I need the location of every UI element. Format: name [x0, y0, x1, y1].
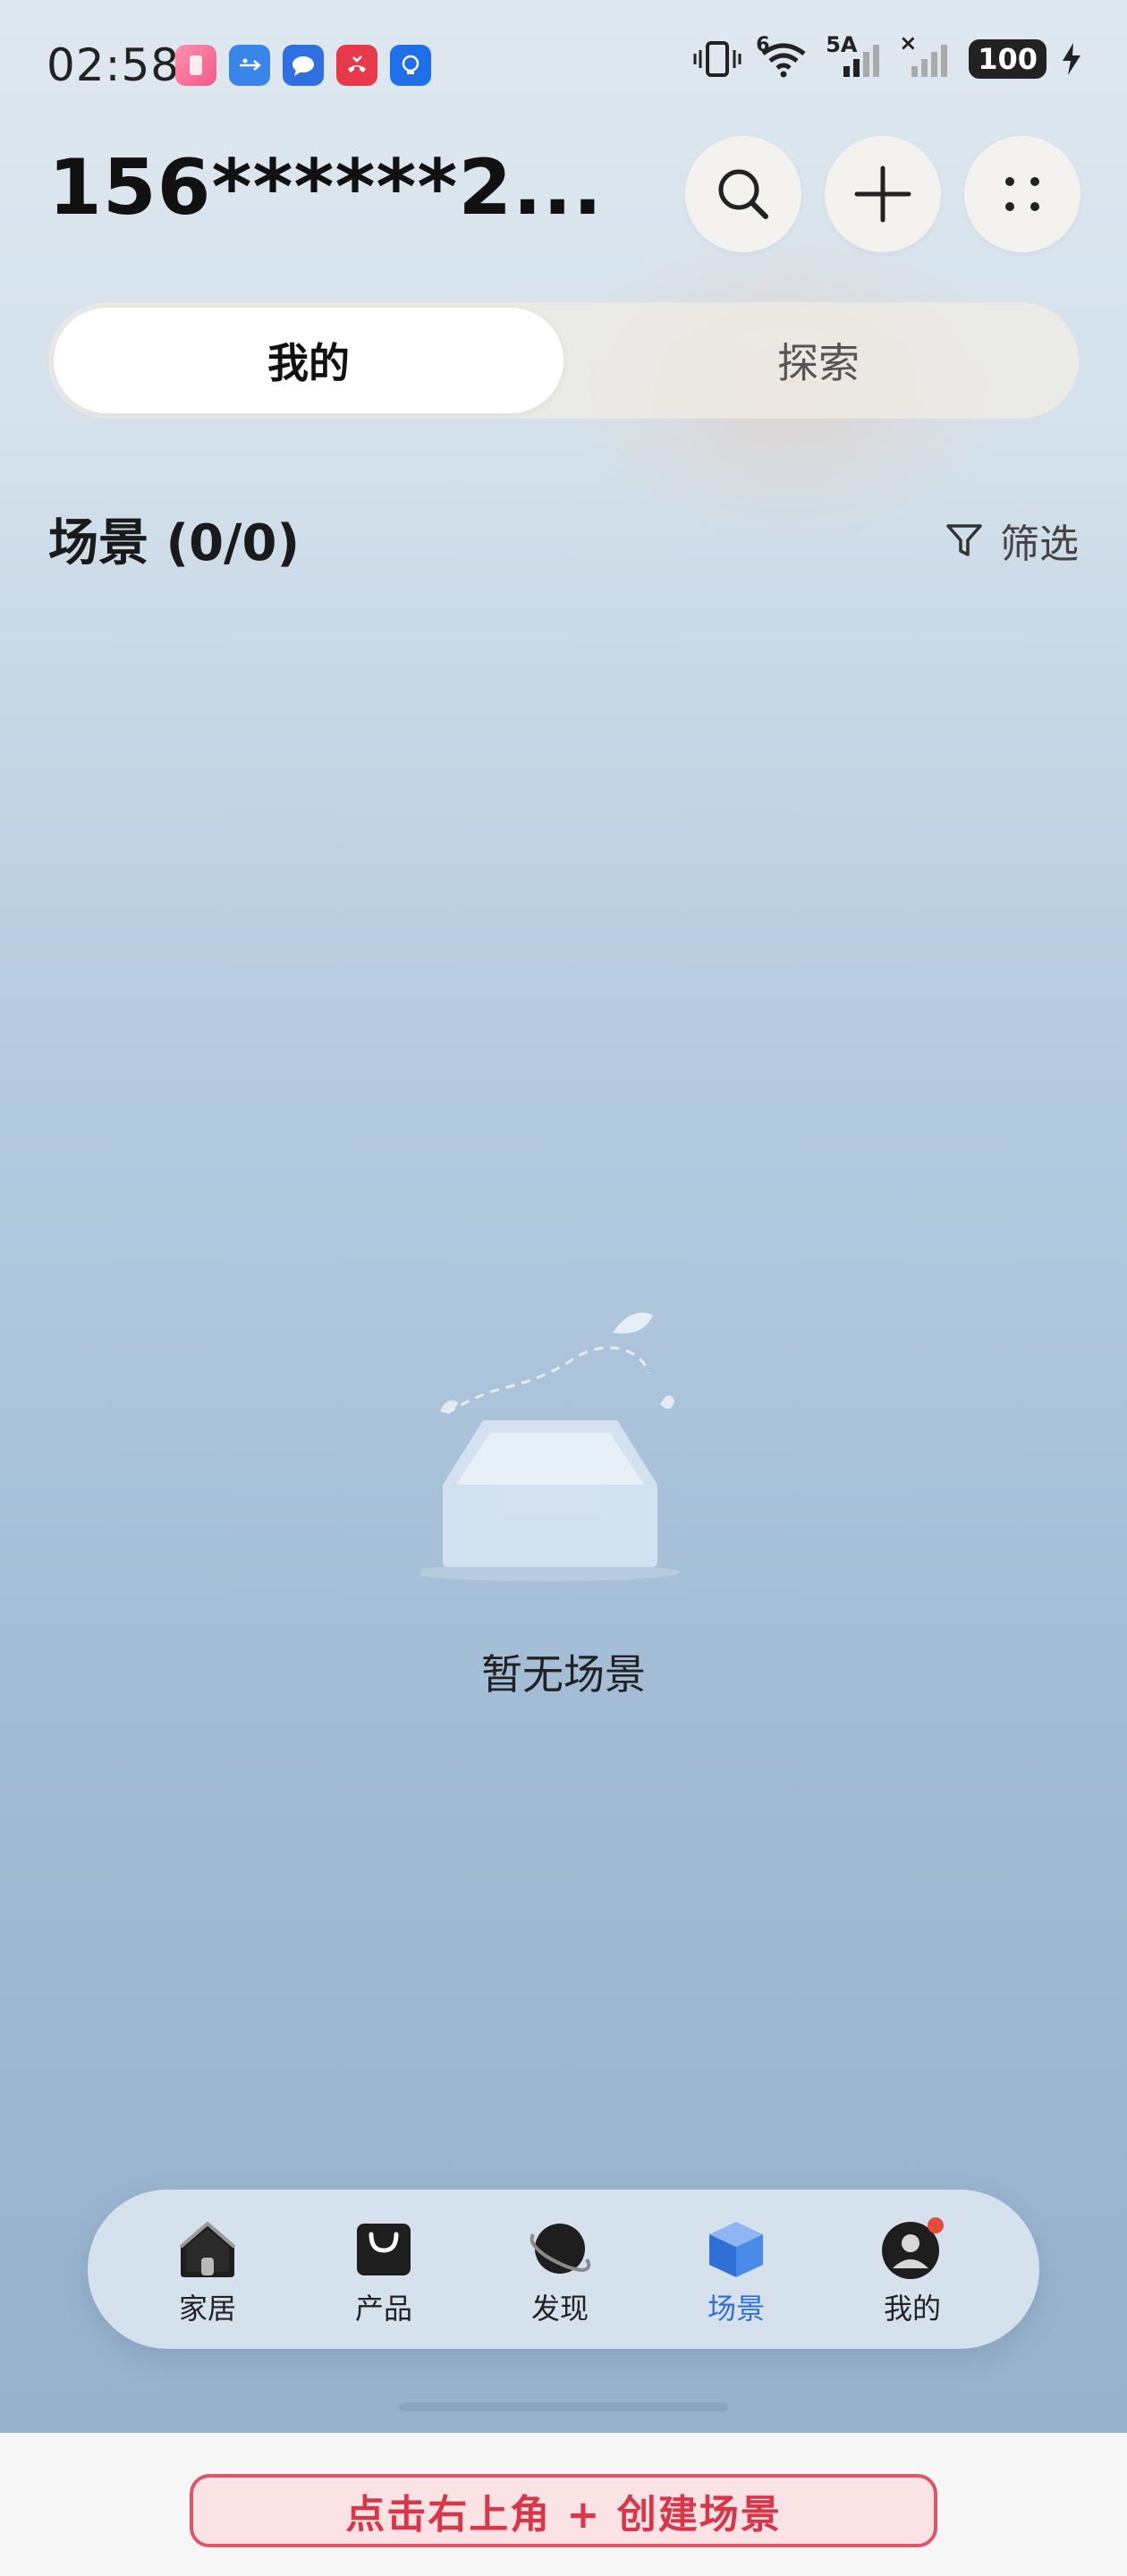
account-title[interactable]: 156******2...	[48, 143, 603, 233]
cellular-5g-icon: 5A	[826, 32, 885, 79]
profile-icon	[882, 2217, 944, 2279]
wifi-icon: 6	[756, 34, 811, 79]
nav-item-discover[interactable]: 发现	[497, 2216, 623, 2327]
nav-label-products: 产品	[354, 2292, 412, 2326]
search-icon	[718, 169, 768, 219]
nav-label-home: 家居	[178, 2292, 236, 2326]
plus-icon	[854, 165, 911, 223]
search-button[interactable]	[685, 136, 801, 252]
network-type-label: 5A	[826, 32, 858, 57]
cube-icon	[709, 2222, 763, 2277]
nav-label-discover: 发现	[530, 2292, 589, 2326]
usb-icon	[229, 45, 270, 86]
nav-label-profile: 我的	[883, 2292, 941, 2326]
filter-icon	[946, 524, 982, 556]
filter-label: 筛选	[1000, 521, 1079, 567]
status-right: 6 5A × 100	[693, 30, 1082, 79]
notification-icons	[175, 45, 431, 86]
status-time: 02:58	[47, 39, 181, 91]
segment-tabs: 我的 探索	[48, 302, 1079, 419]
bottom-navigation: 家居 产品 发现 场景 我的	[88, 2190, 1039, 2349]
home-indicator[interactable]	[399, 2402, 728, 2411]
nav-item-products[interactable]: 产品	[321, 2216, 446, 2327]
wifi-version-label: 6	[756, 34, 770, 56]
scenes-section-title: 场景 (0/0)	[48, 514, 301, 572]
vibrate-icon	[693, 41, 741, 77]
planet-icon	[530, 2224, 591, 2274]
lightbulb-icon	[390, 45, 431, 86]
create-scene-hint: 点击右上角 + 创建场景	[190, 2474, 937, 2547]
more-button[interactable]	[964, 136, 1080, 252]
app-notification-icon	[175, 45, 216, 86]
tab-mine[interactable]: 我的	[54, 308, 564, 413]
app-screen: 02:58 6 5A × 100 156******2... 我的 探索 场景 …	[0, 0, 1127, 2433]
home-icon	[179, 2221, 236, 2277]
nav-item-home[interactable]: 家居	[145, 2216, 270, 2327]
empty-inbox-illustration	[420, 1312, 680, 1581]
filter-button[interactable]: 筛选	[945, 512, 1079, 569]
four-dots-icon	[1005, 177, 1039, 211]
add-button[interactable]	[825, 136, 941, 252]
battery-indicator: 100	[969, 39, 1046, 79]
missed-call-icon	[336, 45, 377, 86]
cellular-no-signal-icon: ×	[899, 30, 954, 79]
nav-item-scenes[interactable]: 场景	[674, 2216, 799, 2327]
empty-state-message: 暂无场景	[481, 1650, 646, 1699]
tab-explore[interactable]: 探索	[564, 308, 1073, 413]
status-bar: 02:58 6 5A × 100	[0, 0, 1127, 134]
nav-label-scenes: 场景	[707, 2292, 765, 2326]
nav-item-profile[interactable]: 我的	[850, 2216, 975, 2327]
shopping-bag-icon	[357, 2224, 411, 2275]
message-icon	[283, 45, 324, 86]
charging-icon	[1063, 43, 1080, 75]
